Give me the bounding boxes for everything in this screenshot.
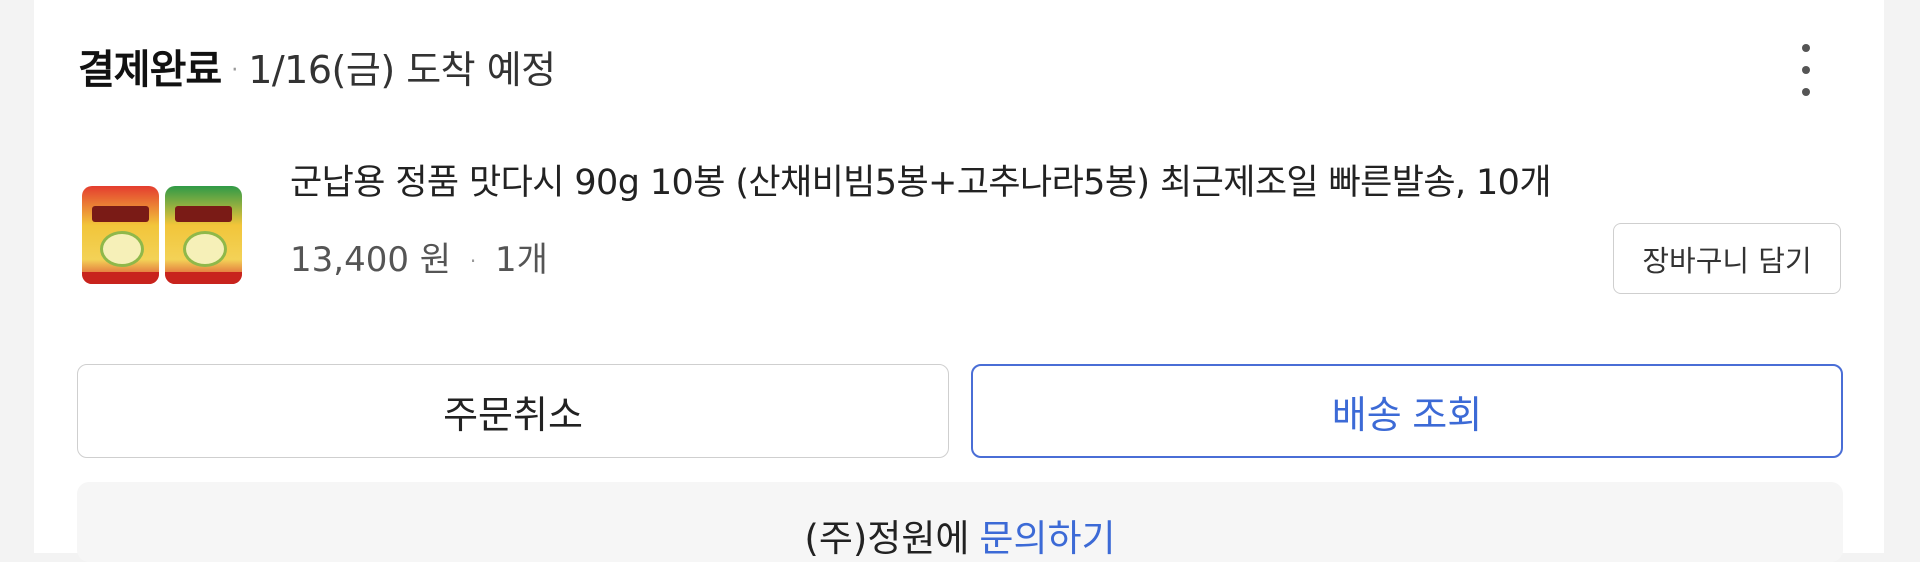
product-thumbnail[interactable] [82,186,242,284]
more-dot [1802,88,1810,96]
inquiry-link[interactable]: 문의하기 [979,508,1115,562]
seller-name: (주)정원에 [804,517,970,560]
product-price-line: 13,400 원 · 1개 [290,232,548,281]
product-pack-image [82,186,159,284]
add-to-cart-button[interactable]: 장바구니 담기 [1613,223,1841,294]
price-separator: · [469,249,477,273]
cancel-order-button[interactable]: 주문취소 [77,364,949,458]
product-pack-image [165,186,242,284]
order-header: 결제완료 · 1/16(금) 도착 예정 [78,36,556,96]
track-delivery-button[interactable]: 배송 조회 [971,364,1843,458]
more-dot [1802,66,1810,74]
product-price: 13,400 원 [290,240,452,280]
header-separator: · [231,57,239,83]
delivery-date: 1/16(금) 도착 예정 [248,47,556,92]
product-name[interactable]: 군납용 정품 맛다시 90g 10봉 (산채비빔5봉+고추나라5봉) 최근제조일… [290,154,1552,205]
more-dot [1802,44,1810,52]
product-quantity: 1개 [495,240,548,280]
order-status: 결제완료 [78,47,222,93]
seller-inquiry: (주)정원에 문의하기 [77,482,1843,562]
more-vertical-icon[interactable] [1786,44,1826,96]
